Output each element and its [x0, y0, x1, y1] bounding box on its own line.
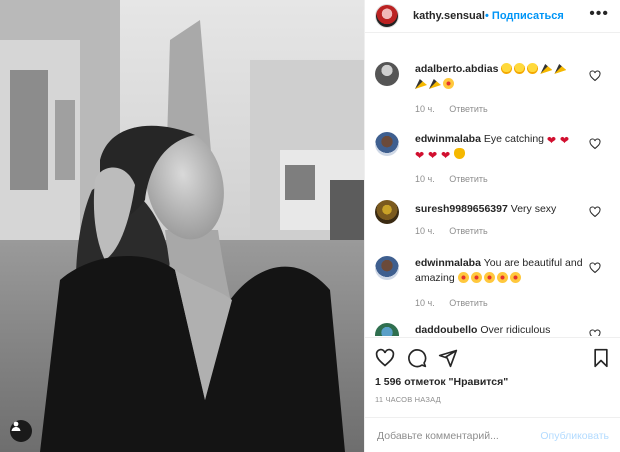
party-popper-icon [540, 64, 553, 74]
comment-bubble-icon[interactable] [407, 348, 427, 368]
commenter-avatar[interactable] [375, 62, 399, 86]
like-comment-heart-icon[interactable] [589, 329, 601, 336]
star-struck-emoji-icon [457, 272, 469, 283]
comment-meta: 10 ч. Ответить [415, 226, 500, 236]
comment-meta: 10 ч. Ответить [415, 298, 500, 308]
star-struck-emoji-icon [470, 272, 482, 283]
comment-body: Eye catching [483, 133, 544, 145]
post-time-ago[interactable]: 11 ЧАСОВ НАЗАД [375, 395, 441, 404]
comment-meta: 10 ч. Ответить [415, 174, 500, 184]
laughing-emoji-icon [527, 63, 539, 74]
party-popper-icon [554, 64, 567, 74]
comment-username[interactable]: suresh9989656397 [415, 203, 508, 215]
like-heart-icon[interactable] [375, 348, 395, 368]
laughing-emoji-icon [514, 63, 526, 74]
likes-count[interactable]: 1 596 отметок "Нравится" [375, 376, 508, 388]
comment-text: edwinmalaba Eye catching ❤ ❤ ❤ ❤ ❤ [415, 132, 585, 162]
star-struck-emoji-icon [443, 78, 454, 89]
comment-text: edwinmalaba You are beautiful and amazin… [415, 256, 585, 286]
like-comment-heart-icon[interactable] [589, 138, 601, 150]
user-tag-icon [11, 421, 21, 431]
follow-button[interactable]: • Подписаться [485, 10, 564, 22]
clapping-hands-icon [454, 148, 465, 159]
commenter-avatar[interactable] [375, 256, 399, 280]
laughing-emoji-icon [501, 63, 513, 74]
publish-button[interactable]: Опубликовать [540, 430, 609, 442]
like-comment-heart-icon[interactable] [589, 206, 601, 218]
author-avatar[interactable] [375, 4, 399, 28]
comment-username[interactable]: adalberto.abdias [415, 63, 498, 75]
comment-body: Very sexy [510, 203, 557, 215]
party-popper-icon [415, 79, 427, 89]
more-options-icon[interactable]: ••• [589, 6, 609, 22]
tagged-users-button[interactable] [10, 420, 32, 442]
reply-button[interactable]: Ответить [449, 226, 487, 236]
share-send-icon[interactable] [438, 348, 458, 368]
comment-body: Over ridiculous [480, 324, 551, 336]
comment-emojis [457, 272, 523, 284]
post-header: kathy.sensual • Подписаться ••• [365, 0, 620, 33]
comment-time: 10 ч. [415, 226, 435, 236]
comment-username[interactable]: daddoubello [415, 324, 477, 336]
star-struck-emoji-icon [483, 272, 495, 283]
comment-input[interactable] [377, 428, 527, 444]
comment-text: suresh9989656397 Very sexy [415, 202, 585, 217]
commenter-avatar[interactable] [375, 323, 399, 336]
comment-time: 10 ч. [415, 174, 435, 184]
like-comment-heart-icon[interactable] [589, 262, 601, 274]
star-struck-emoji-icon [496, 272, 508, 283]
author-username[interactable]: kathy.sensual [413, 10, 485, 22]
red-heart-icon: ❤ [441, 150, 451, 162]
comment-text: daddoubello Over ridiculous [415, 323, 585, 336]
post-actions: 1 596 отметок "Нравится" 11 ЧАСОВ НАЗАД … [365, 337, 620, 452]
comment-username[interactable]: edwinmalaba [415, 133, 481, 145]
red-heart-icon: ❤ [546, 135, 557, 147]
comments-list[interactable]: adalberto.abdias 10 ч. Ответить edwinmal… [365, 34, 620, 336]
comment-meta: 10 ч. Ответить [415, 104, 500, 114]
like-comment-heart-icon[interactable] [589, 70, 601, 82]
star-struck-emoji-icon [509, 272, 521, 283]
bookmark-save-icon[interactable] [591, 348, 611, 368]
post-photo[interactable] [0, 0, 364, 452]
commenter-avatar[interactable] [375, 132, 399, 156]
comment-composer: Опубликовать [365, 417, 620, 452]
reply-button[interactable]: Ответить [449, 104, 487, 114]
party-popper-icon [429, 79, 441, 89]
post-sidebar: kathy.sensual • Подписаться ••• adalbert… [364, 0, 620, 452]
comment-time: 10 ч. [415, 298, 435, 308]
comment-time: 10 ч. [415, 104, 435, 114]
red-heart-icon: ❤ [415, 150, 425, 162]
reply-button[interactable]: Ответить [449, 174, 487, 184]
comment-text: adalberto.abdias [415, 62, 585, 92]
commenter-avatar[interactable] [375, 200, 399, 224]
red-heart-icon: ❤ [559, 135, 570, 147]
red-heart-icon: ❤ [428, 150, 438, 162]
portrait-image [0, 0, 364, 452]
comment-username[interactable]: edwinmalaba [415, 257, 481, 269]
reply-button[interactable]: Ответить [449, 298, 487, 308]
